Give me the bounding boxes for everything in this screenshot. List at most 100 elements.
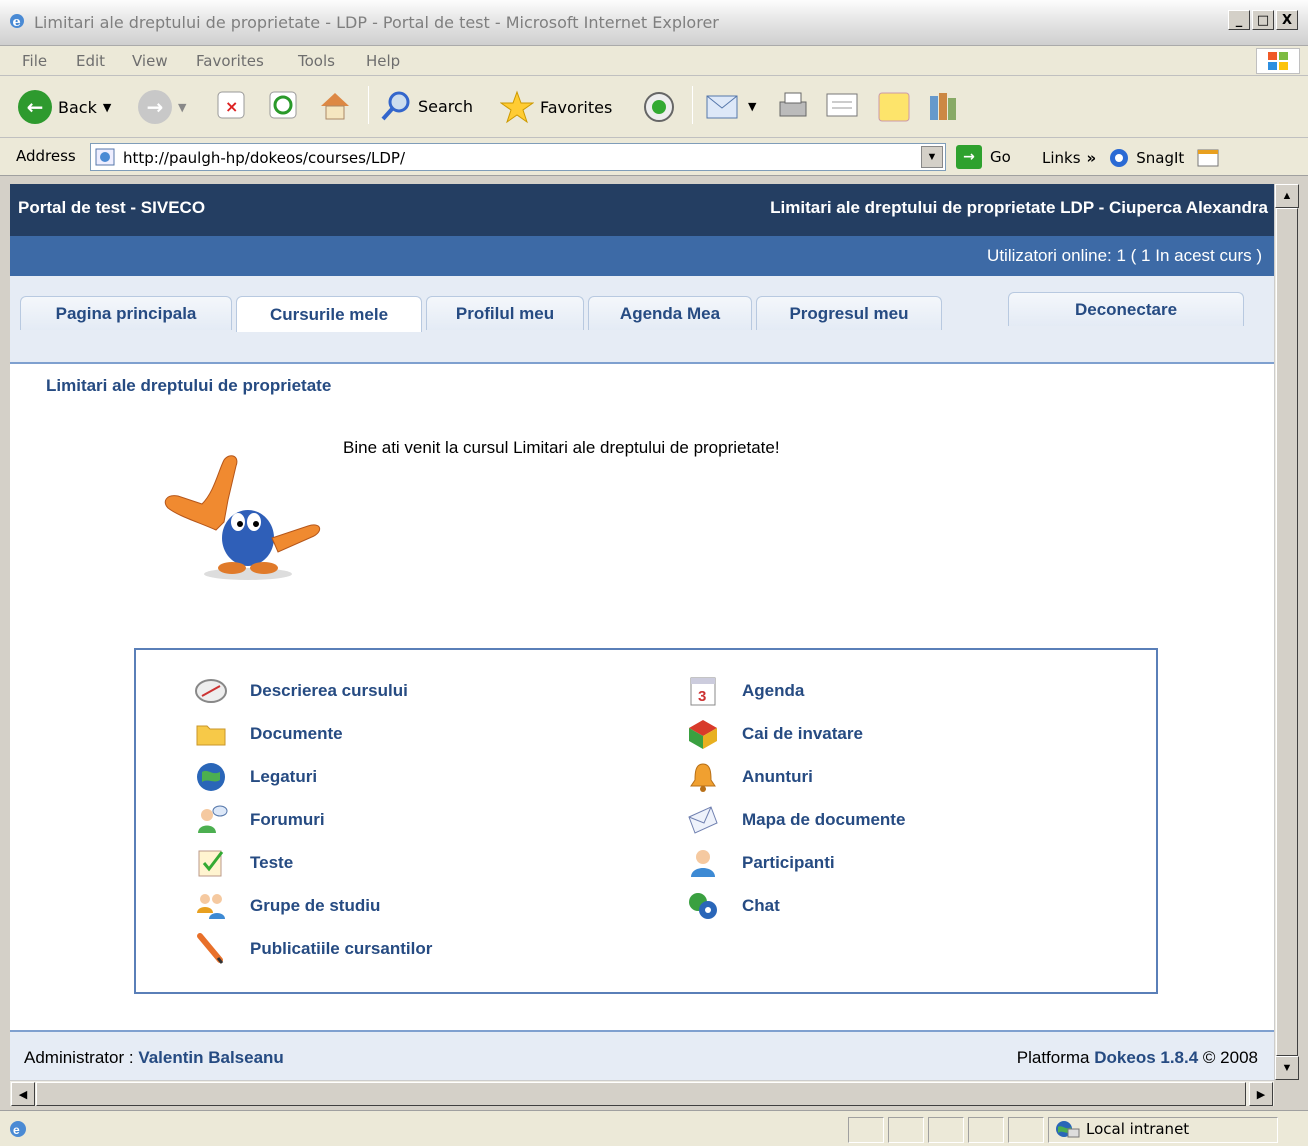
menu-edit[interactable]: Edit: [76, 52, 105, 70]
tool-announcements[interactable]: Anunturi: [686, 760, 813, 794]
page-viewport: Portal de test - SIVECO Limitari ale dre…: [10, 184, 1274, 1080]
search-button[interactable]: Search: [380, 90, 473, 122]
standard-toolbar: ← Back ▼ → ▼ × Search Favorites ▼: [0, 76, 1308, 138]
edit-button[interactable]: [824, 90, 860, 120]
back-button[interactable]: ← Back ▼: [18, 90, 111, 124]
forum-icon: [198, 805, 228, 833]
address-input[interactable]: http://paulgh-hp/dokeos/courses/LDP/ ▼: [90, 143, 946, 171]
discuss-button[interactable]: [876, 90, 912, 124]
footer-admin: Administrator : Valentin Balseanu: [24, 1048, 284, 1067]
refresh-button[interactable]: [268, 90, 298, 120]
tool-forums[interactable]: Forumuri: [194, 803, 325, 837]
tool-documents[interactable]: Documente: [194, 717, 343, 751]
tool-participants[interactable]: Participanti: [686, 846, 835, 880]
description-icon: [195, 679, 227, 703]
search-icon: [381, 91, 410, 121]
horizontal-scrollbar[interactable]: ◀ ▶: [10, 1080, 1274, 1106]
tab-my-profile[interactable]: Profilul meu: [426, 296, 584, 330]
intranet-icon: [1056, 1121, 1080, 1138]
menu-file[interactable]: File: [22, 52, 47, 70]
course-tools-box: Descrierea cursului Documente Legaturi F…: [134, 648, 1158, 994]
back-arrow-icon: ←: [18, 90, 52, 124]
scroll-right-icon[interactable]: ▶: [1249, 1082, 1273, 1106]
user-icon: [691, 850, 715, 877]
forward-arrow-icon: →: [138, 90, 172, 124]
tab-my-courses[interactable]: Cursurile mele: [236, 296, 422, 332]
scroll-left-icon[interactable]: ◀: [11, 1082, 35, 1106]
tool-agenda[interactable]: 3 Agenda: [686, 674, 804, 708]
history-button[interactable]: [642, 90, 676, 124]
svg-text:3: 3: [698, 688, 706, 705]
close-button[interactable]: X: [1276, 10, 1298, 30]
security-zone: Local intranet: [1054, 1119, 1189, 1139]
scroll-down-icon[interactable]: ▼: [1275, 1056, 1299, 1080]
maximize-button[interactable]: □: [1252, 10, 1274, 30]
home-button[interactable]: [318, 90, 352, 122]
research-button[interactable]: [926, 90, 962, 124]
tool-chat[interactable]: Chat: [686, 889, 780, 923]
pen-icon: [197, 933, 224, 964]
tool-groups[interactable]: Grupe de studiu: [194, 889, 380, 923]
windows-logo-icon: [1256, 48, 1300, 74]
note-icon: [878, 92, 910, 122]
address-bar: Address http://paulgh-hp/dokeos/courses/…: [0, 138, 1308, 176]
horizontal-scroll-thumb[interactable]: [36, 1082, 1246, 1106]
forward-button[interactable]: → ▼: [138, 90, 186, 124]
favorites-button[interactable]: Favorites: [500, 90, 612, 124]
window-title-bar: e Limitari ale dreptului de proprietate …: [0, 0, 1308, 46]
welcome-message: Bine ati venit la cursul Limitari ale dr…: [343, 438, 780, 457]
edit-icon: [826, 93, 858, 117]
tab-homepage[interactable]: Pagina principala: [20, 296, 232, 330]
scroll-up-icon[interactable]: ▲: [1275, 184, 1299, 208]
svg-text:×: ×: [225, 97, 238, 116]
tool-student-publications[interactable]: Publicatiile cursantilor: [194, 932, 432, 966]
menu-tools[interactable]: Tools: [298, 52, 335, 70]
menu-help[interactable]: Help: [366, 52, 400, 70]
tool-links[interactable]: Legaturi: [194, 760, 317, 794]
tool-tests[interactable]: Teste: [194, 846, 293, 880]
go-button[interactable]: → Go: [956, 145, 1011, 169]
vertical-scroll-thumb[interactable]: [1276, 208, 1298, 1056]
group-icon: [197, 894, 225, 919]
vertical-scrollbar[interactable]: ▲ ▼: [1274, 184, 1299, 1080]
stop-button[interactable]: ×: [216, 90, 246, 120]
logout-button[interactable]: Deconectare: [1008, 292, 1244, 326]
site-footer: Administrator : Valentin Balseanu Platfo…: [10, 1032, 1274, 1080]
page-icon: [95, 148, 115, 166]
links-label[interactable]: Links: [1042, 149, 1081, 167]
snagit-button[interactable]: SnagIt: [1108, 147, 1184, 169]
bell-icon: [690, 763, 716, 792]
quiz-icon: [198, 850, 224, 877]
svg-text:e: e: [13, 15, 21, 30]
mascot-pointing-icon: [164, 455, 321, 580]
tool-course-description[interactable]: Descrierea cursului: [194, 674, 408, 708]
learning-path-icon: [689, 720, 717, 749]
menu-view[interactable]: View: [132, 52, 168, 70]
course-title-link[interactable]: Limitari ale dreptului de proprietate: [46, 376, 331, 396]
tab-my-progress[interactable]: Progresul meu: [756, 296, 942, 330]
svg-text:e: e: [13, 1123, 20, 1137]
globe-icon: [197, 763, 225, 791]
envelope-icon: [688, 806, 718, 834]
ie-icon: e: [10, 14, 24, 30]
tool-dropbox[interactable]: Mapa de documente: [686, 803, 905, 837]
refresh-icon: [269, 91, 297, 119]
address-dropdown-icon[interactable]: ▼: [921, 146, 943, 168]
star-icon: [500, 90, 534, 124]
tab-my-agenda[interactable]: Agenda Mea: [588, 296, 752, 330]
tool-learning-paths[interactable]: Cai de invatare: [686, 717, 863, 751]
admin-name-link[interactable]: Valentin Balseanu: [138, 1048, 284, 1067]
menu-favorites[interactable]: Favorites: [196, 52, 264, 70]
online-users-bar: Utilizatori online: 1 ( 1 In acest curs …: [10, 236, 1274, 276]
folder-icon: [196, 725, 226, 746]
mail-button[interactable]: ▼: [704, 90, 756, 122]
snagit-window-icon[interactable]: [1196, 147, 1220, 169]
calendar-icon: 3: [690, 677, 716, 706]
print-button[interactable]: [776, 90, 810, 122]
go-arrow-icon: →: [956, 145, 982, 169]
platform-link[interactable]: Dokeos 1.8.4: [1094, 1048, 1198, 1067]
minimize-button[interactable]: _: [1228, 10, 1250, 30]
footer-platform: Platforma Dokeos 1.8.4 © 2008: [1016, 1048, 1258, 1067]
links-chevron-icon[interactable]: »: [1087, 149, 1097, 167]
mail-icon: [706, 95, 738, 119]
